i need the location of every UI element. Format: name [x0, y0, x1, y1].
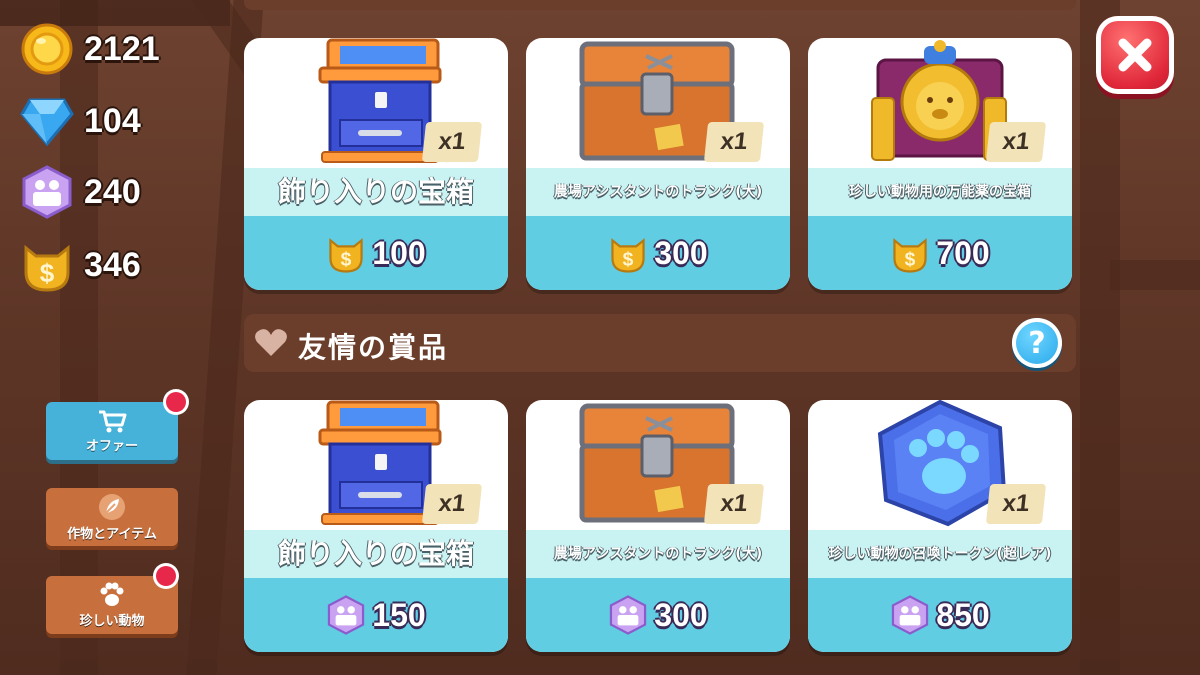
diamond-icon: [18, 92, 76, 150]
svg-text:$: $: [905, 250, 916, 271]
cat-coin-icon: $: [611, 238, 645, 273]
buy-button[interactable]: $ 100: [244, 216, 508, 290]
quantity-badge: x1: [703, 122, 765, 162]
buy-button[interactable]: 850: [808, 578, 1072, 652]
quantity-badge: x1: [703, 484, 765, 524]
friendship-card-decorated-chest[interactable]: x1 飾り入りの宝箱 150: [244, 400, 508, 652]
leaf-icon: [99, 493, 125, 520]
shop-card-lion-chest[interactable]: x1 珍しい動物用の万能薬の宝箱 $ 700: [808, 38, 1072, 290]
notification-dot: [156, 566, 176, 586]
wood-beam: [1110, 260, 1200, 290]
item-name: 飾り入りの宝箱: [277, 175, 474, 209]
svg-text:$: $: [341, 250, 352, 271]
top-section-edge: [244, 0, 1076, 10]
close-button[interactable]: [1096, 16, 1174, 94]
price-value: 850: [936, 596, 990, 633]
nav-label: 珍しい動物: [79, 613, 145, 629]
quantity-badge: x1: [421, 484, 483, 524]
svg-text:$: $: [623, 250, 634, 271]
cat-coin-amount: 346: [84, 245, 141, 284]
buy-button[interactable]: $ 700: [808, 216, 1072, 290]
item-name: 農場アシスタントのトランク(大): [553, 545, 763, 562]
nav-rare-animals-button[interactable]: 珍しい動物: [46, 576, 178, 634]
friendship-token-icon: [892, 595, 929, 635]
help-button[interactable]: ?: [1012, 318, 1062, 368]
currency-cat-coin: $ 346: [18, 236, 141, 294]
friendship-card-farm-trunk[interactable]: x1 農場アシスタントのトランク(大) 300: [526, 400, 790, 652]
item-name: 珍しい動物の召喚トークン(超レア): [828, 545, 1052, 562]
nav-label: オファー: [85, 438, 138, 454]
buy-button[interactable]: 150: [244, 578, 508, 652]
friendship-section-header: 友情の賞品: [244, 314, 1076, 372]
quantity-badge: x1: [985, 484, 1047, 524]
price-value: 300: [654, 596, 708, 633]
nav-offer-button[interactable]: オファー: [46, 402, 178, 460]
friendship-card-paw-token[interactable]: x1 珍しい動物の召喚トークン(超レア) 850: [808, 400, 1072, 652]
cart-icon: [99, 410, 127, 432]
question-icon: ?: [1028, 325, 1046, 361]
price-value: 300: [654, 234, 708, 271]
currency-diamond: 104: [18, 92, 141, 150]
shop-card-farm-trunk[interactable]: x1 農場アシスタントのトランク(大) $ 300: [526, 38, 790, 290]
heart-icon: [255, 329, 287, 356]
currency-gold: 2121: [18, 20, 160, 78]
item-name: 珍しい動物用の万能薬の宝箱: [849, 183, 1031, 200]
price-value: 100: [372, 234, 426, 271]
quantity-badge: x1: [985, 122, 1047, 162]
shop-card-decorated-chest[interactable]: x1 飾り入りの宝箱 $ 100: [244, 38, 508, 290]
item-name: 飾り入りの宝箱: [277, 537, 474, 571]
friendship-token-icon: [328, 595, 365, 635]
friendship-amount: 240: [84, 172, 141, 211]
item-name: 農場アシスタントのトランク(大): [553, 183, 763, 200]
price-value: 700: [936, 234, 990, 271]
wood-beam: [1080, 0, 1120, 675]
friendship-token-icon: [610, 595, 647, 635]
svg-text:$: $: [40, 258, 55, 288]
cat-coin-icon: $: [18, 236, 76, 294]
diamond-amount: 104: [84, 101, 141, 140]
paw-icon: [100, 582, 124, 606]
friendship-token-icon: [18, 163, 76, 221]
currency-friendship: 240: [18, 163, 141, 221]
nav-label: 作物とアイテム: [67, 526, 157, 542]
close-icon: [1118, 38, 1152, 72]
buy-button[interactable]: 300: [526, 578, 790, 652]
section-title: 友情の賞品: [298, 331, 449, 364]
gold-amount: 2121: [84, 29, 160, 68]
price-value: 150: [372, 596, 426, 633]
notification-dot: [166, 392, 186, 412]
buy-button[interactable]: $ 300: [526, 216, 790, 290]
gold-coin-icon: [18, 20, 76, 78]
nav-crops-button[interactable]: 作物とアイテム: [46, 488, 178, 546]
quantity-badge: x1: [421, 122, 483, 162]
cat-coin-icon: $: [893, 238, 927, 273]
cat-coin-icon: $: [329, 238, 363, 273]
